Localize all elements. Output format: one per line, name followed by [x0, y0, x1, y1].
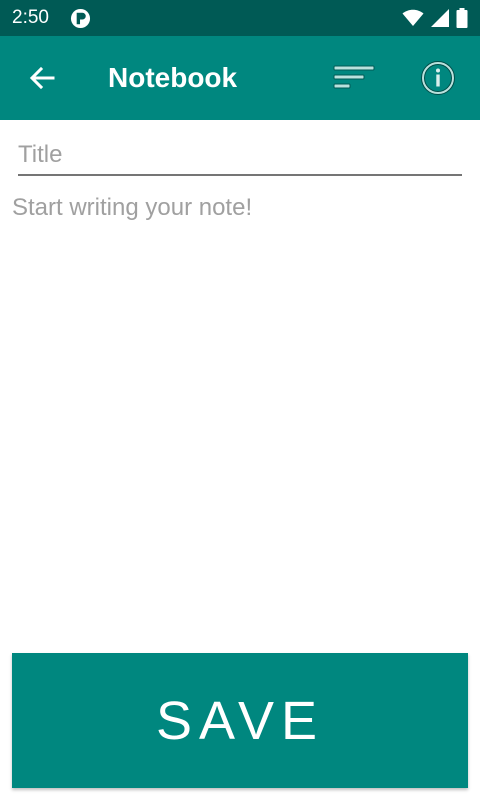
sort-button[interactable]: [330, 58, 378, 98]
status-bar: 2:50: [0, 0, 480, 36]
signal-icon: [431, 9, 449, 27]
back-button[interactable]: [22, 58, 62, 98]
wifi-icon: [402, 9, 424, 26]
app-bar: Notebook: [0, 36, 480, 120]
sort-icon: [333, 65, 375, 89]
app-notification-icon: [70, 8, 91, 29]
page-title: Notebook: [108, 62, 238, 93]
info-icon: [421, 61, 455, 95]
info-button[interactable]: [416, 56, 460, 100]
save-button[interactable]: SAVE: [12, 653, 468, 788]
back-arrow-icon: [29, 66, 55, 90]
status-time: 2:50: [12, 7, 49, 28]
status-icons: [402, 7, 468, 29]
title-input[interactable]: [18, 136, 462, 176]
battery-icon: [456, 8, 468, 28]
note-body-input[interactable]: [12, 190, 468, 630]
